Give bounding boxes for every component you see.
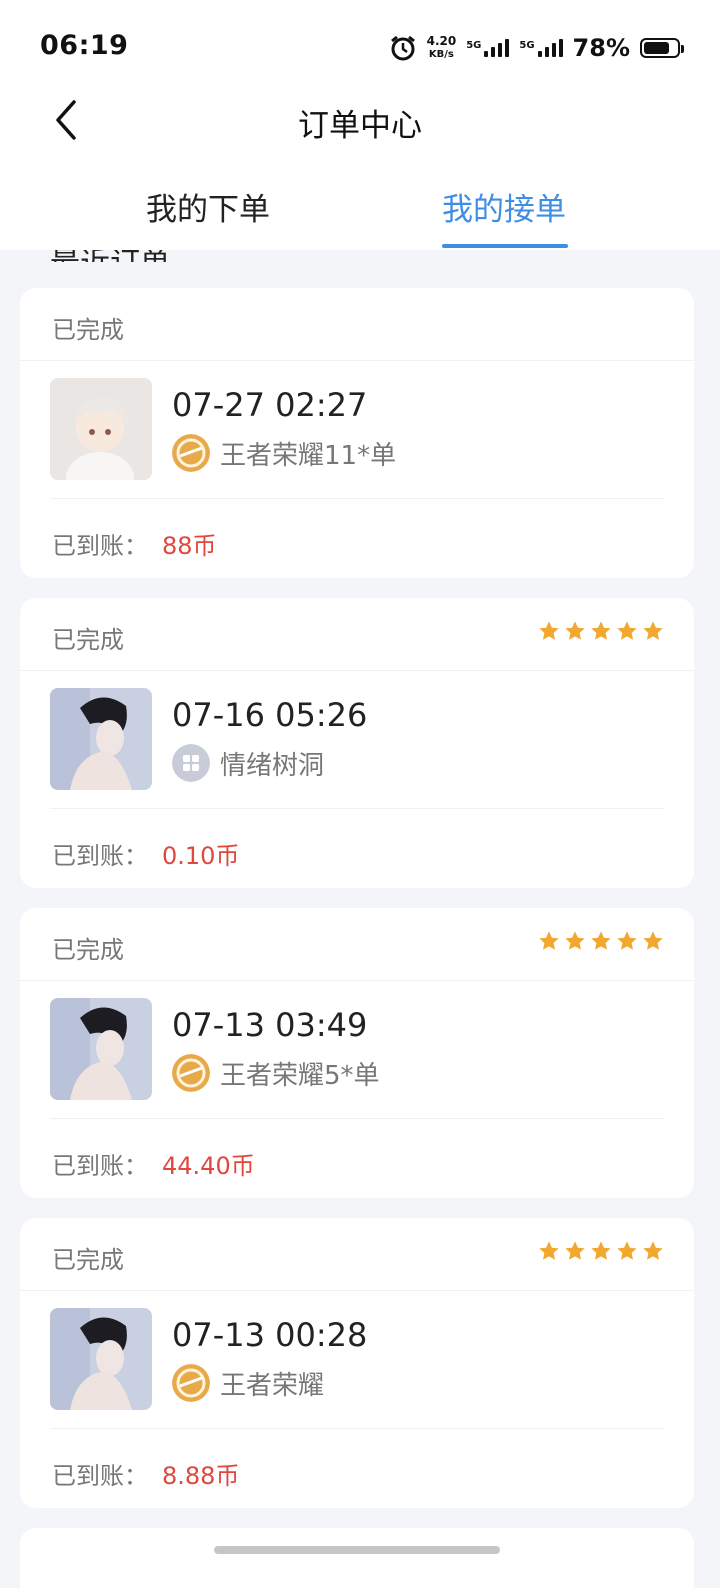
rating-stars xyxy=(538,930,664,952)
order-datetime: 07-16 05:26 xyxy=(172,696,368,734)
order-list: 已完成 07-27 02:27 王者荣耀11*单 已到账： 88币 已完成 07… xyxy=(20,288,694,1588)
order-card[interactable]: 已完成 07-13 03:49 王者荣耀5*单 已到账： 44.40币 xyxy=(20,908,694,1198)
star-icon xyxy=(539,1241,559,1260)
header: 订单中心 我的下单 我的接单 xyxy=(0,96,720,250)
network-speed: 4.20 KB/s xyxy=(426,34,457,61)
paid-label: 已到账： xyxy=(52,532,148,560)
order-card-partial[interactable] xyxy=(20,1528,694,1588)
tab-bar: 我的下单 我的接单 xyxy=(0,184,720,250)
star-icon xyxy=(617,621,637,640)
star-icon xyxy=(643,1241,663,1260)
paid-label: 已到账： xyxy=(52,1152,148,1180)
order-status: 已完成 xyxy=(52,316,124,344)
rating-stars xyxy=(538,1240,664,1262)
grid-icon xyxy=(172,744,210,782)
paid-amount: 0.10币 xyxy=(162,842,240,870)
honor-of-kings-icon xyxy=(172,1054,210,1092)
signal-icon-1: 5G xyxy=(466,39,510,57)
order-status: 已完成 xyxy=(52,626,124,654)
alarm-icon xyxy=(390,35,415,61)
star-icon xyxy=(539,931,559,950)
star-icon xyxy=(565,621,585,640)
order-card[interactable]: 已完成 07-16 05:26 情绪树洞 已到账： 0.10币 xyxy=(20,598,694,888)
home-indicator[interactable] xyxy=(214,1546,500,1554)
battery-icon xyxy=(640,38,684,58)
star-icon xyxy=(539,621,559,640)
order-status: 已完成 xyxy=(52,936,124,964)
order-datetime: 07-13 03:49 xyxy=(172,1006,368,1044)
order-status: 已完成 xyxy=(52,1246,124,1274)
star-icon xyxy=(617,1241,637,1260)
order-card[interactable]: 已完成 07-13 00:28 王者荣耀 已到账： 8.88币 xyxy=(20,1218,694,1508)
service-name: 王者荣耀11*单 xyxy=(220,440,397,471)
rating-stars xyxy=(538,620,664,642)
paid-amount: 8.88币 xyxy=(162,1462,240,1490)
status-time: 06:19 xyxy=(40,30,129,61)
status-bar: 06:19 4.20 KB/s 5G 5G 78% xyxy=(0,0,720,96)
star-icon xyxy=(565,1241,585,1260)
active-tab-indicator xyxy=(442,244,568,248)
star-icon xyxy=(643,931,663,950)
paid-label: 已到账： xyxy=(52,1462,148,1490)
status-icons: 4.20 KB/s 5G 5G 78% xyxy=(389,28,684,68)
battery-percent: 78% xyxy=(572,34,630,62)
woman-avatar xyxy=(50,688,152,790)
star-icon xyxy=(617,931,637,950)
tab-my-accepted[interactable]: 我的接单 xyxy=(442,184,566,229)
woman-avatar xyxy=(50,1308,152,1410)
paid-label: 已到账： xyxy=(52,842,148,870)
order-datetime: 07-27 02:27 xyxy=(172,386,368,424)
order-card[interactable]: 已完成 07-27 02:27 王者荣耀11*单 已到账： 88币 xyxy=(20,288,694,578)
service-name: 情绪树洞 xyxy=(220,750,325,781)
woman-avatar xyxy=(50,998,152,1100)
honor-of-kings-icon xyxy=(172,434,210,472)
star-icon xyxy=(591,931,611,950)
signal-icon-2: 5G xyxy=(519,39,563,57)
paid-amount: 44.40币 xyxy=(162,1152,255,1180)
service-name: 王者荣耀5*单 xyxy=(220,1060,380,1091)
paid-amount: 88币 xyxy=(162,532,217,560)
service-name: 王者荣耀 xyxy=(220,1370,325,1401)
star-icon xyxy=(591,621,611,640)
page-title: 订单中心 xyxy=(298,108,422,144)
tab-my-orders[interactable]: 我的下单 xyxy=(146,184,270,229)
honor-of-kings-icon xyxy=(172,1364,210,1402)
star-icon xyxy=(643,621,663,640)
star-icon xyxy=(591,1241,611,1260)
anime-avatar xyxy=(50,378,152,480)
star-icon xyxy=(565,931,585,950)
order-datetime: 07-13 00:28 xyxy=(172,1316,368,1354)
